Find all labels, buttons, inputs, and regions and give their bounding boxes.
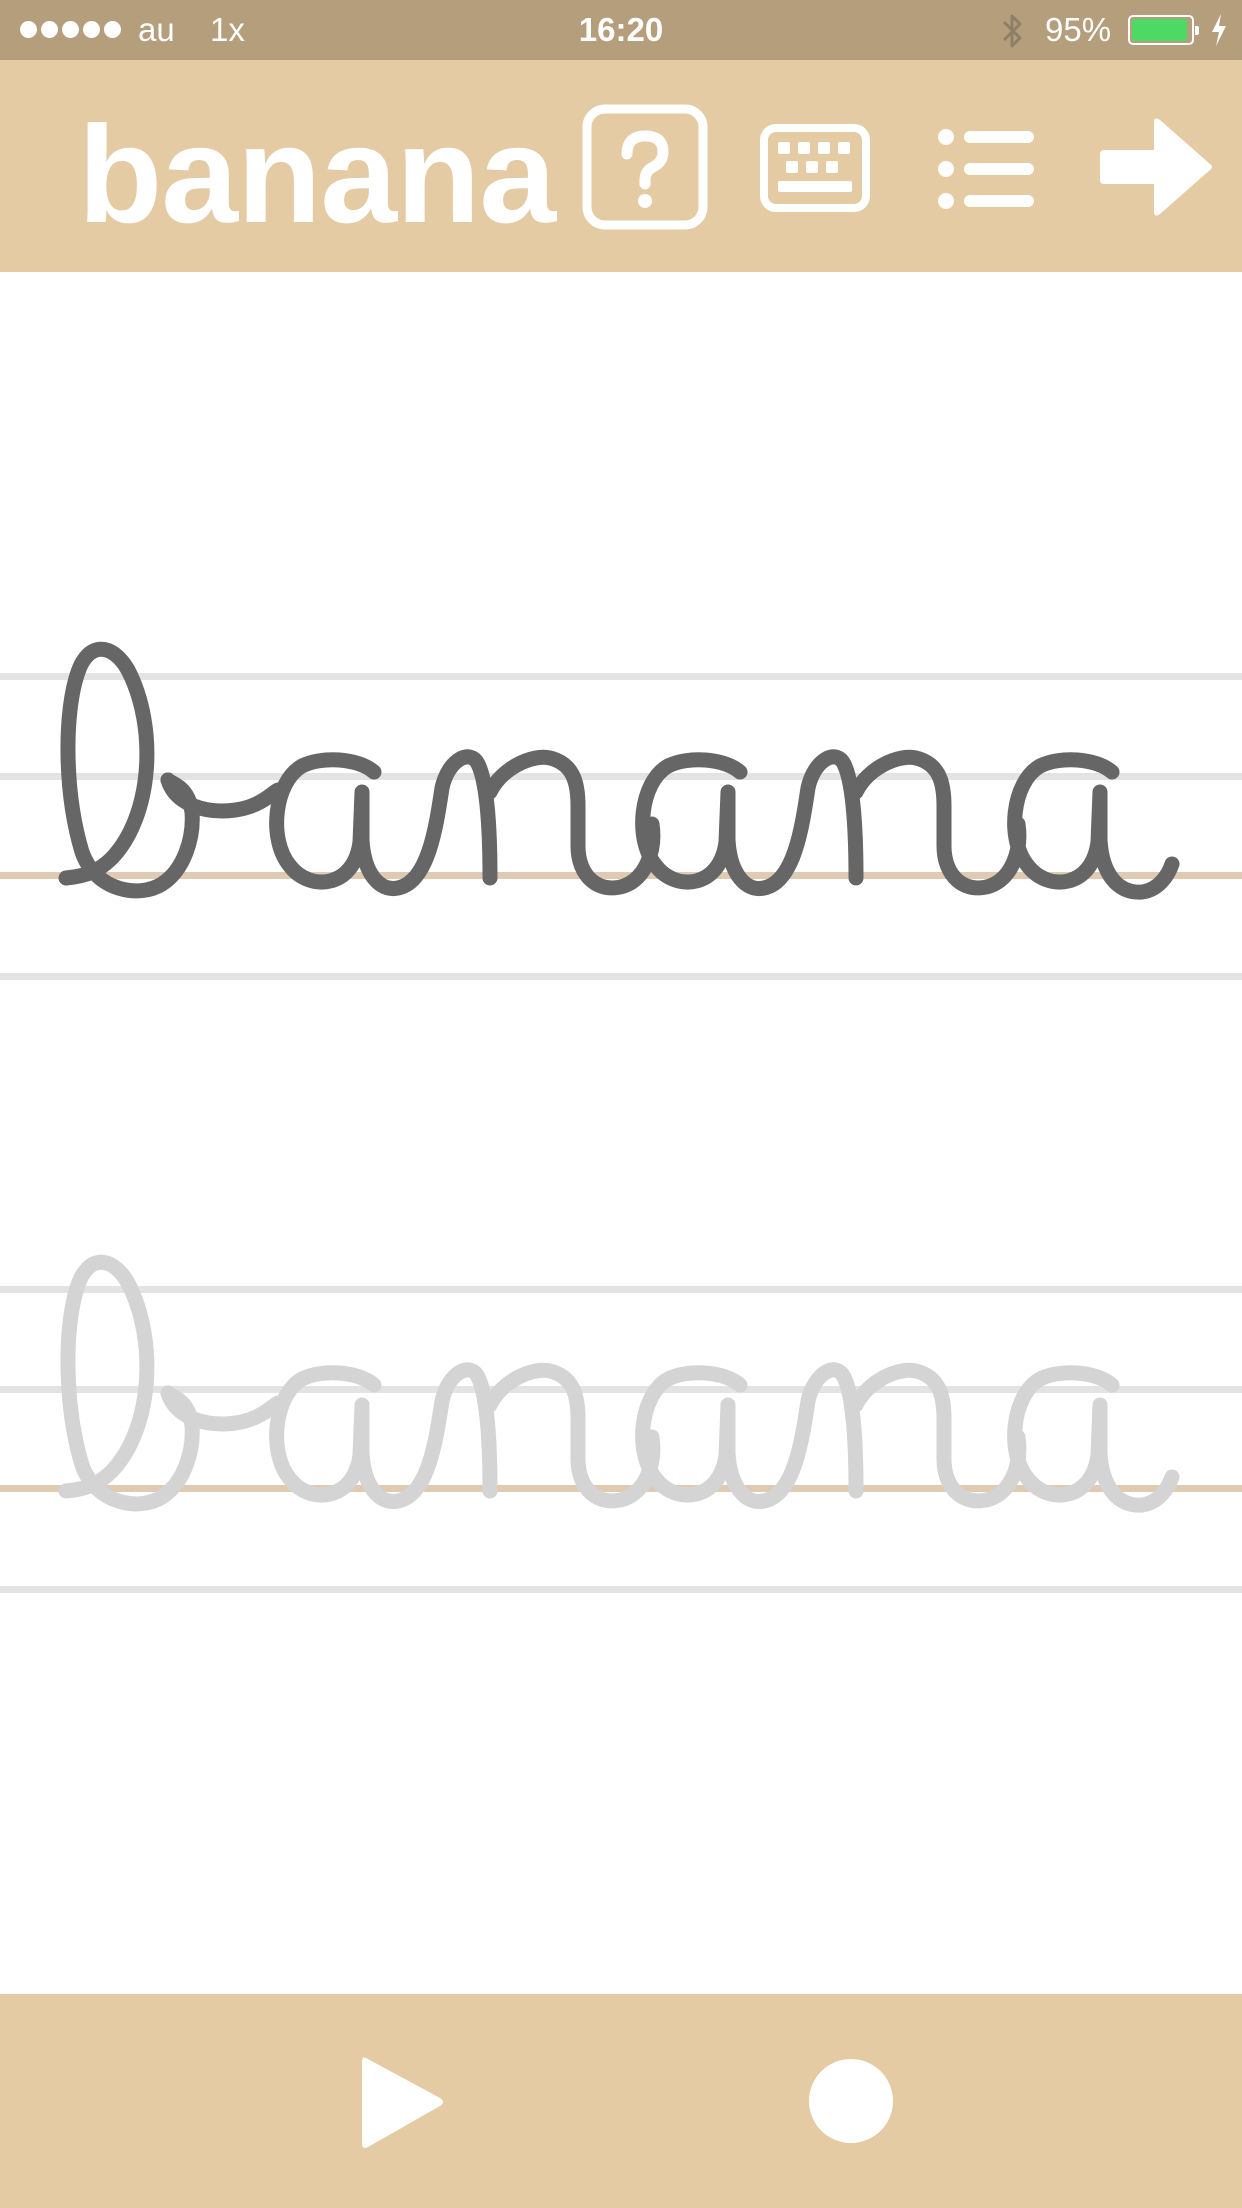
example-word-cursive [66, 649, 1172, 892]
battery-percent: 95% [1045, 11, 1112, 48]
play-icon[interactable] [358, 2052, 448, 2152]
bottom-bar [0, 1994, 1242, 2208]
practice-area: banana banana [0, 272, 1242, 1994]
list-icon[interactable] [936, 124, 1036, 214]
battery-icon [1128, 15, 1199, 45]
help-question-icon[interactable] [582, 104, 708, 230]
toolbar: banana [0, 60, 1242, 272]
bluetooth-icon [1002, 14, 1022, 48]
next-arrow-icon[interactable] [1098, 114, 1214, 220]
trace-word-cursive[interactable] [66, 1262, 1172, 1505]
keyboard-icon[interactable] [760, 124, 870, 212]
record-icon[interactable] [806, 2056, 896, 2146]
word-title: banana [78, 98, 556, 252]
charging-bolt-icon [1212, 14, 1226, 46]
status-bar: au 1x 16:20 95% [0, 0, 1242, 60]
